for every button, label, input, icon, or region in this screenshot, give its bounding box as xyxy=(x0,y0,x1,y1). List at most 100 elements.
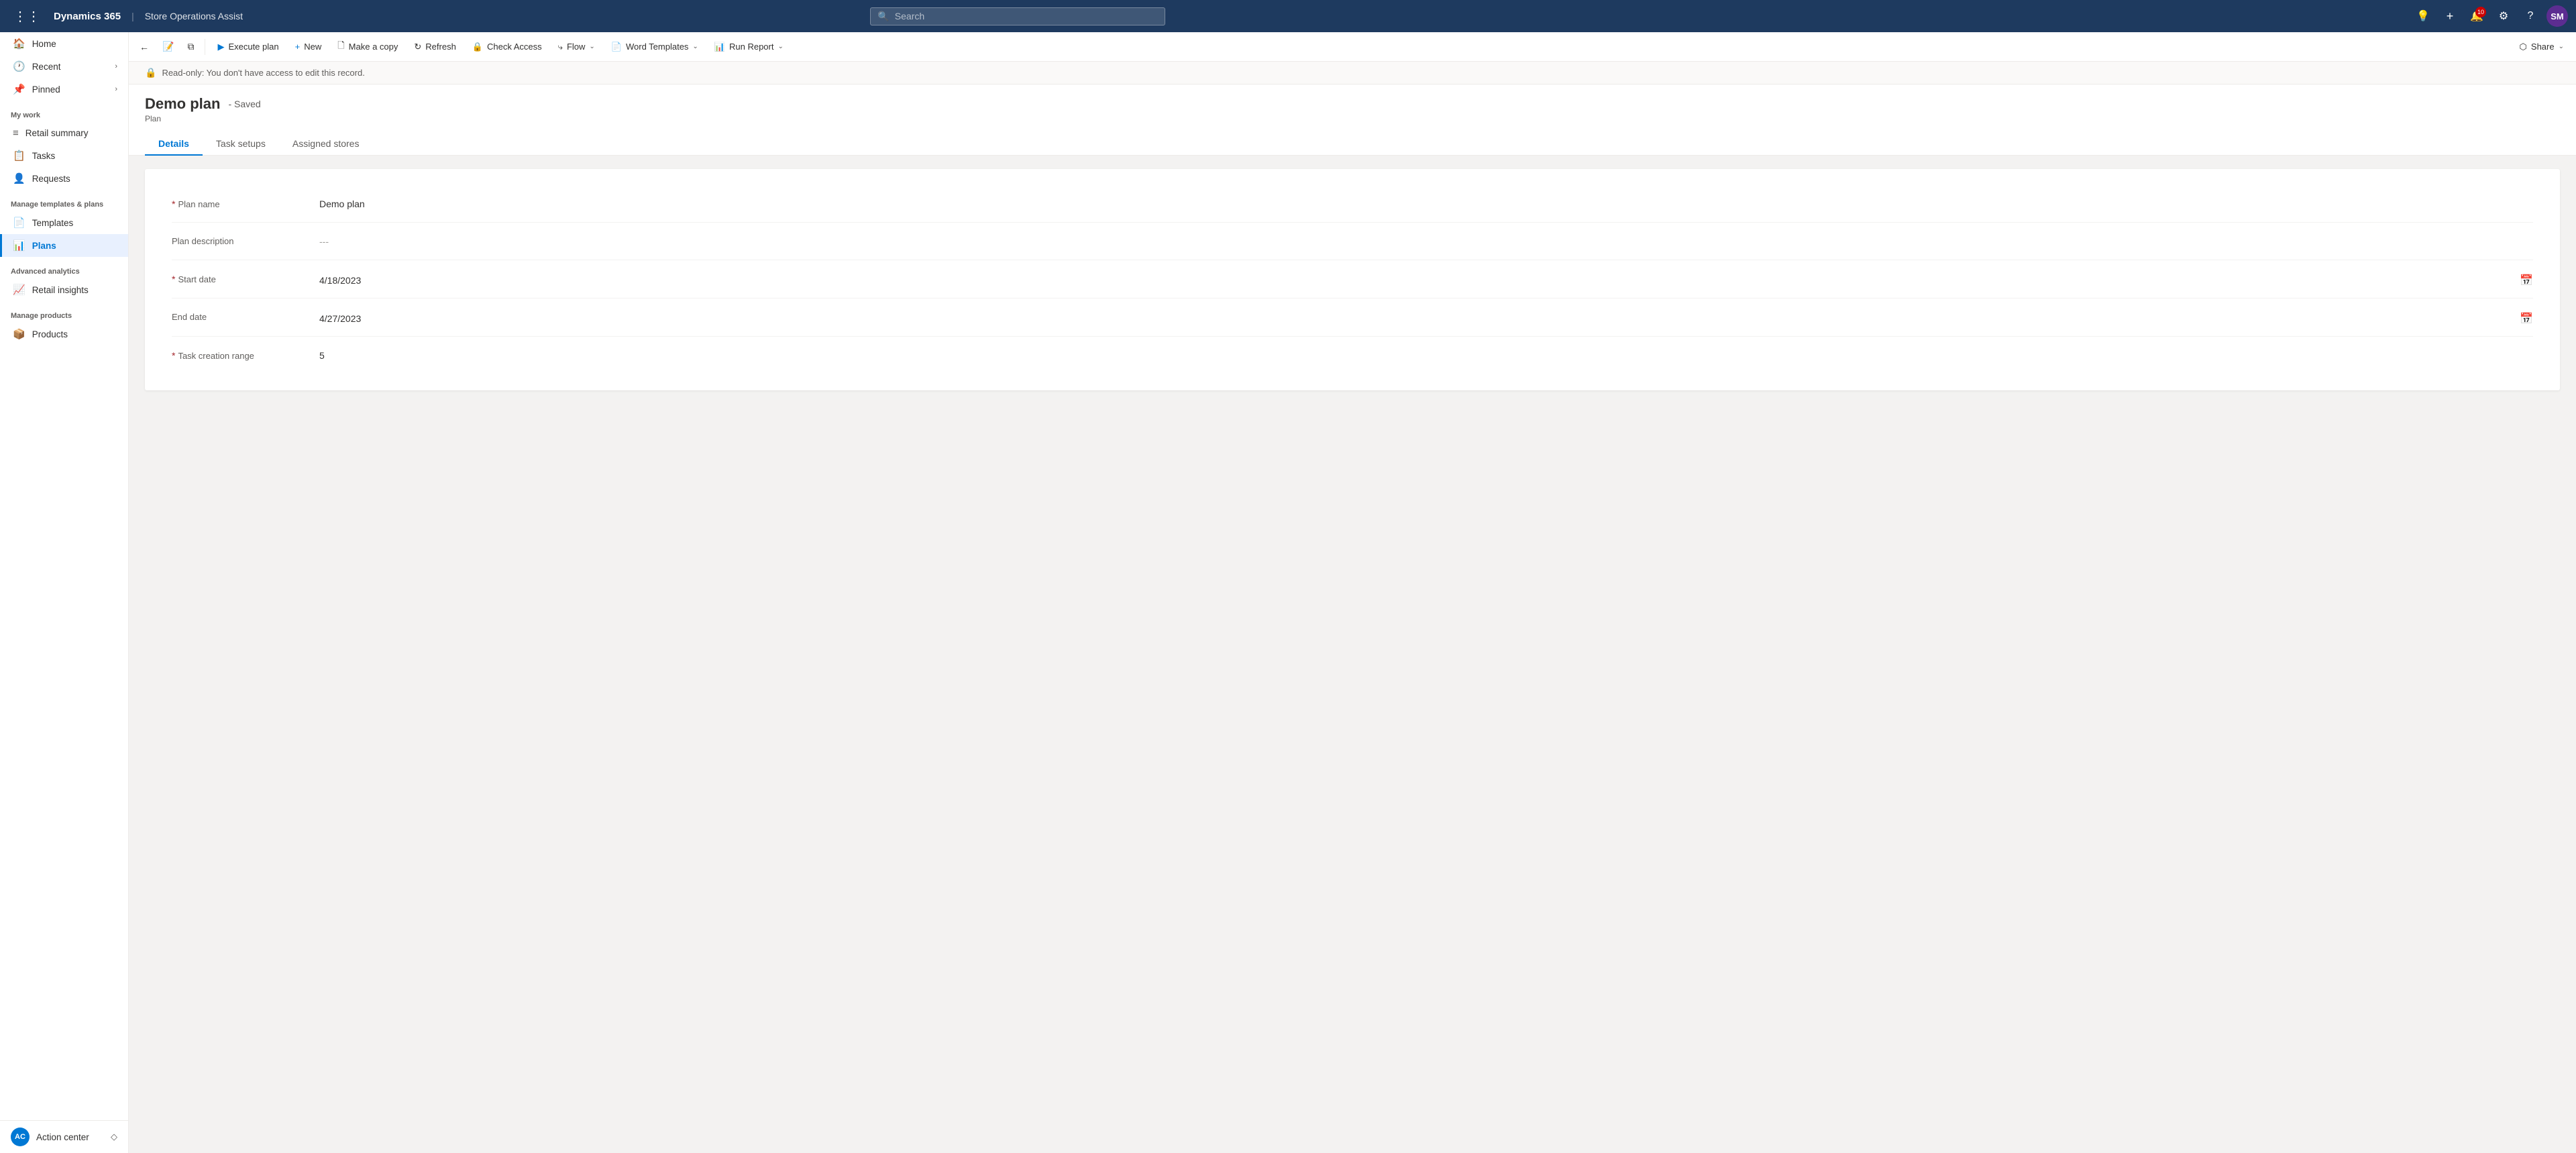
action-center-diamond-icon: ◇ xyxy=(111,1132,117,1142)
new-button[interactable]: + New xyxy=(288,38,329,56)
refresh-label: Refresh xyxy=(425,42,456,52)
make-copy-button[interactable]: 🗋 Make a copy xyxy=(331,36,405,58)
action-center-label: Action center xyxy=(36,1132,89,1142)
sidebar-item-retail-summary[interactable]: ≡ Retail summary xyxy=(0,122,128,144)
duplicate-icon: ⧉ xyxy=(187,41,194,52)
my-work-section-header: My work xyxy=(0,101,128,122)
plan-name-required-marker: * xyxy=(172,199,175,209)
start-date-value: 4/18/2023 📅 xyxy=(319,271,2533,287)
flow-icon: ⤷ xyxy=(558,42,563,52)
sidebar-item-templates[interactable]: 📄 Templates xyxy=(0,211,128,234)
task-creation-range-required-marker: * xyxy=(172,350,175,361)
command-bar: ← 📝 ⧉ ▶ Execute plan + New 🗋 Make a copy xyxy=(129,32,2576,62)
search-input[interactable] xyxy=(895,11,1159,21)
help-button[interactable]: ? xyxy=(2520,5,2541,27)
tab-details[interactable]: Details xyxy=(145,131,203,156)
waffle-menu-button[interactable]: ⋮⋮ xyxy=(8,0,46,32)
flow-button[interactable]: ⤷ Flow ⌄ xyxy=(551,38,602,56)
gear-icon: ⚙ xyxy=(2499,9,2508,23)
run-report-chevron-icon: ⌄ xyxy=(777,43,783,50)
notifications-button[interactable]: 🔔 10 xyxy=(2466,5,2487,27)
recent-icon: 🕐 xyxy=(13,60,25,72)
search-bar: 🔍 xyxy=(870,7,1165,25)
settings-button[interactable]: ⚙ xyxy=(2493,5,2514,27)
share-chevron-icon: ⌄ xyxy=(2559,43,2564,50)
readonly-banner: 🔒 Read-only: You don't have access to ed… xyxy=(129,62,2576,85)
run-report-label: Run Report xyxy=(729,42,773,52)
share-label: Share xyxy=(2531,42,2555,52)
start-date-calendar-icon[interactable]: 📅 xyxy=(2520,274,2533,287)
sidebar-item-requests[interactable]: 👤 Requests xyxy=(0,167,128,190)
question-icon: ? xyxy=(2528,10,2534,22)
back-icon: ← xyxy=(140,42,149,52)
form-row-end-date: End date 4/27/2023 📅 xyxy=(172,298,2533,337)
run-report-icon: 📊 xyxy=(714,42,725,52)
lightbulb-button[interactable]: 💡 xyxy=(2412,5,2434,27)
tasks-icon: 📋 xyxy=(13,150,25,162)
start-date-label: * Start date xyxy=(172,271,319,284)
action-center-avatar: AC xyxy=(11,1128,30,1146)
word-templates-button[interactable]: 📄 Word Templates ⌄ xyxy=(604,38,705,56)
execute-plan-label: Execute plan xyxy=(228,42,278,52)
share-button[interactable]: ⬡ Share ⌄ xyxy=(2513,38,2571,56)
add-button[interactable]: + xyxy=(2439,5,2461,27)
start-date-required-marker: * xyxy=(172,274,175,284)
run-report-button[interactable]: 📊 Run Report ⌄ xyxy=(708,38,790,56)
form-row-plan-description: Plan description --- xyxy=(172,223,2533,260)
sidebar-label-templates: Templates xyxy=(32,218,74,228)
sidebar-label-tasks: Tasks xyxy=(32,151,56,161)
tab-task-setups[interactable]: Task setups xyxy=(203,131,279,156)
manage-products-section-header: Manage products xyxy=(0,301,128,323)
word-templates-label: Word Templates xyxy=(626,42,688,52)
flow-label: Flow xyxy=(567,42,585,52)
end-date-label: End date xyxy=(172,309,319,322)
copy-icon: 🗋 xyxy=(337,40,344,54)
sidebar-label-requests: Requests xyxy=(32,174,70,184)
sidebar-bottom: AC Action center ◇ xyxy=(0,1120,128,1153)
retail-summary-icon: ≡ xyxy=(13,127,19,139)
plan-description-label: Plan description xyxy=(172,233,319,246)
advanced-analytics-section-header: Advanced analytics xyxy=(0,257,128,278)
sidebar-item-plans[interactable]: 📊 Plans xyxy=(0,234,128,257)
sidebar-label-home: Home xyxy=(32,39,56,49)
pin-icon: 📌 xyxy=(13,83,25,95)
templates-icon: 📄 xyxy=(13,217,25,229)
check-access-button[interactable]: 🔒 Check Access xyxy=(466,38,549,56)
user-avatar[interactable]: SM xyxy=(2546,5,2568,27)
app-module-separator: | xyxy=(131,11,134,21)
sidebar-label-products: Products xyxy=(32,329,68,339)
tab-assigned-stores[interactable]: Assigned stores xyxy=(279,131,373,156)
sidebar-item-recent[interactable]: 🕐 Recent › xyxy=(0,55,128,78)
sidebar-item-tasks[interactable]: 📋 Tasks xyxy=(0,144,128,167)
pinned-chevron-icon: › xyxy=(115,85,117,93)
notes-button[interactable]: 📝 xyxy=(157,37,179,56)
end-date-calendar-icon[interactable]: 📅 xyxy=(2520,312,2533,325)
top-nav-right-icons: 💡 + 🔔 10 ⚙ ? SM xyxy=(2412,5,2568,27)
task-creation-range-value: 5 xyxy=(319,347,2533,361)
cmd-right-area: ⬡ Share ⌄ xyxy=(2513,38,2571,56)
new-label: New xyxy=(304,42,321,52)
flow-chevron-icon: ⌄ xyxy=(589,43,594,50)
duplicate-button[interactable]: ⧉ xyxy=(182,37,199,56)
end-date-value: 4/27/2023 📅 xyxy=(319,309,2533,325)
sidebar-label-recent: Recent xyxy=(32,62,61,72)
new-icon: + xyxy=(295,42,301,52)
sidebar: 🏠 Home 🕐 Recent › 📌 Pinned › My work ≡ R… xyxy=(0,32,129,1153)
plan-name-label: * Plan name xyxy=(172,196,319,209)
sidebar-item-retail-insights[interactable]: 📈 Retail insights xyxy=(0,278,128,301)
recent-chevron-icon: › xyxy=(115,62,117,70)
word-templates-icon: 📄 xyxy=(611,42,622,52)
record-tabs: Details Task setups Assigned stores xyxy=(145,131,2560,155)
execute-plan-button[interactable]: ▶ Execute plan xyxy=(211,38,285,56)
sidebar-action-center[interactable]: AC Action center ◇ xyxy=(0,1121,128,1153)
plus-icon: + xyxy=(2447,9,2454,23)
sidebar-item-pinned[interactable]: 📌 Pinned › xyxy=(0,78,128,101)
sidebar-item-products[interactable]: 📦 Products xyxy=(0,323,128,345)
back-button[interactable]: ← xyxy=(134,38,154,56)
lock-icon: 🔒 xyxy=(145,67,156,78)
sidebar-item-home[interactable]: 🏠 Home xyxy=(0,32,128,55)
products-icon: 📦 xyxy=(13,328,25,340)
manage-templates-section-header: Manage templates & plans xyxy=(0,190,128,211)
refresh-button[interactable]: ↻ Refresh xyxy=(407,38,462,56)
check-access-icon: 🔒 xyxy=(472,42,483,52)
